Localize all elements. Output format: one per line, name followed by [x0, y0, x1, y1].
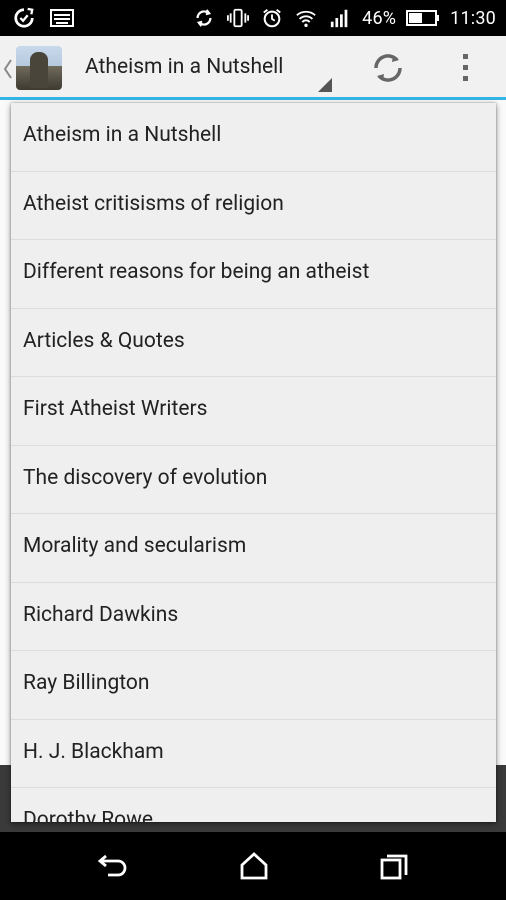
spinner-arrow-icon: [318, 78, 332, 92]
dropdown-item-label: Dorothy Rowe: [23, 808, 154, 822]
dropdown-item-label: Richard Dawkins: [23, 602, 179, 627]
navigation-dropdown: Atheism in a Nutshell Atheist critisisms…: [11, 103, 496, 822]
alarm-icon: [263, 9, 281, 28]
home-icon[interactable]: [234, 850, 274, 882]
battery-icon: [406, 10, 440, 26]
clock: 11:30: [450, 7, 496, 29]
dropdown-item-label: First Atheist Writers: [23, 397, 208, 421]
page-title: Atheism in a Nutshell: [85, 55, 284, 79]
dropdown-item[interactable]: Dorothy Rowe: [11, 788, 496, 822]
app-logo[interactable]: [16, 46, 62, 90]
navigation-spinner[interactable]: Atheism in a Nutshell: [70, 36, 334, 98]
refresh-icon[interactable]: [364, 48, 412, 88]
statue-image: [30, 52, 48, 88]
system-nav-bar: [0, 832, 506, 900]
dropdown-item-label: Ray Billington: [23, 671, 150, 695]
dropdown-item[interactable]: Ray Billington: [11, 651, 496, 720]
sync-icon: [14, 7, 34, 28]
dropdown-item-label: Articles & Quotes: [23, 328, 185, 353]
action-bar: Atheism in a Nutshell: [0, 36, 506, 100]
dropdown-item-label: H. J. Blackham: [23, 739, 164, 764]
dropdown-item[interactable]: H. J. Blackham: [11, 720, 496, 788]
dropdown-item-label: Atheism in a Nutshell: [23, 123, 222, 147]
keyboard-icon: [50, 9, 74, 27]
dropdown-item[interactable]: Richard Dawkins: [11, 583, 496, 651]
dropdown-item-label: Different reasons for being an atheist: [23, 260, 370, 284]
dropdown-item[interactable]: Atheist critisisms of religion: [11, 172, 496, 240]
up-caret-icon[interactable]: [3, 58, 13, 80]
dropdown-item[interactable]: First Atheist Writers: [11, 377, 496, 446]
dropdown-item-label: Morality and secularism: [23, 534, 247, 558]
dropdown-item[interactable]: Morality and secularism: [11, 514, 496, 583]
dropdown-item[interactable]: Different reasons for being an atheist: [11, 240, 496, 309]
battery-percent: 46%: [362, 7, 397, 29]
dropdown-item-label: Atheist critisisms of religion: [23, 191, 284, 216]
dropdown-item[interactable]: The discovery of evolution: [11, 446, 496, 514]
vibrate-icon: [227, 8, 250, 28]
sync-circle-icon: [196, 9, 212, 27]
dropdown-item[interactable]: Atheism in a Nutshell: [11, 103, 496, 172]
signal-icon: [330, 9, 348, 28]
overflow-menu-icon[interactable]: [446, 48, 486, 88]
status-bar: 46% 11:30: [0, 0, 506, 36]
recents-icon[interactable]: [374, 850, 414, 882]
dropdown-item[interactable]: Articles & Quotes: [11, 309, 496, 377]
dropdown-item-label: The discovery of evolution: [23, 465, 268, 490]
wifi-icon: [296, 10, 316, 27]
back-icon[interactable]: [94, 850, 134, 882]
